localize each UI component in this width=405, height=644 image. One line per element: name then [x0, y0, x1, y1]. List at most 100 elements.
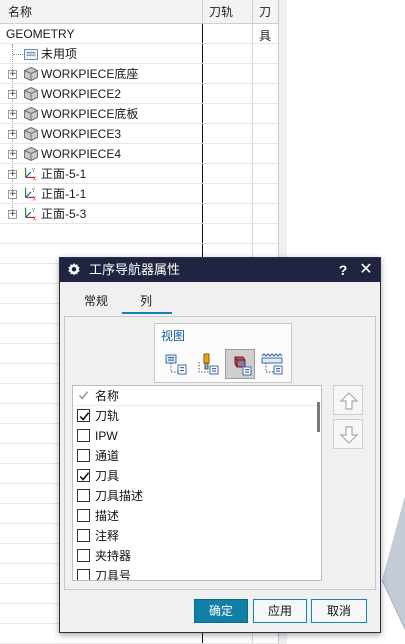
machining-method-view-button[interactable]: [257, 349, 287, 379]
tree-item-label: 未用项: [41, 47, 78, 61]
checkbox-unchecked[interactable]: [77, 529, 90, 542]
tree-row-workpiece[interactable]: + WORKPIECE4: [0, 144, 278, 164]
tab-columns[interactable]: 列: [122, 290, 170, 312]
view-group: 视图: [154, 323, 292, 383]
tree-row-workpiece[interactable]: + WORKPIECE底座: [0, 64, 278, 84]
machine-tool-view-icon: [198, 353, 219, 375]
checkbox-unchecked[interactable]: [77, 509, 90, 522]
column-option-label: 刀具: [95, 469, 120, 483]
workpiece-icon: [24, 146, 38, 162]
active-tab-indicator: [122, 312, 172, 314]
column-option-label: 注释: [95, 529, 120, 543]
expand-plus-icon[interactable]: +: [8, 130, 17, 139]
column-option-label: 刀轨: [95, 409, 120, 423]
tree-row-workpiece[interactable]: + WORKPIECE2: [0, 84, 278, 104]
svg-text:Y: Y: [31, 208, 36, 214]
help-icon[interactable]: ?: [336, 258, 350, 282]
view-group-label: 视图: [161, 329, 186, 343]
tree-row-mcs[interactable]: + Y X 正面-1-1: [0, 184, 278, 204]
column-header-toolpath[interactable]: 刀轨: [202, 0, 252, 24]
folder-icon: [24, 49, 38, 60]
apply-button[interactable]: 应用: [253, 599, 307, 623]
machine-tool-view-button[interactable]: [193, 349, 223, 379]
svg-text:X: X: [33, 177, 37, 181]
geometry-view-button[interactable]: [225, 349, 255, 379]
svg-text:Y: Y: [31, 168, 36, 174]
move-down-button[interactable]: [333, 419, 363, 449]
ok-button[interactable]: 确定: [194, 599, 248, 623]
checkbox-disabled: [77, 389, 90, 402]
column-list[interactable]: 名称 刀轨 IPW 通道 刀具 刀具描述 描述 注释 夹持器 刀具号: [72, 385, 322, 581]
program-order-view-button[interactable]: [161, 349, 191, 379]
dialog-title: 工序导航器属性: [89, 262, 181, 277]
list-scrollbar[interactable]: [317, 402, 320, 432]
svg-text:X: X: [33, 217, 37, 221]
workpiece-icon: [24, 106, 38, 122]
tree-row-workpiece[interactable]: + WORKPIECE3: [0, 124, 278, 144]
checkbox-unchecked[interactable]: [77, 549, 90, 562]
workpiece-icon: [24, 126, 38, 142]
tree-item-label: WORKPIECE底座: [41, 67, 139, 81]
tree-row-mcs[interactable]: + Y X 正面-5-1: [0, 164, 278, 184]
column-option-toolpath[interactable]: 刀轨: [73, 406, 321, 426]
workpiece-icon: [24, 66, 38, 82]
mcs-icon: Y X: [24, 167, 37, 181]
tab-strip: 常规 列: [60, 282, 380, 314]
move-up-button[interactable]: [333, 385, 363, 415]
column-option-label: 刀具号: [95, 569, 132, 581]
column-option-name: 名称: [73, 386, 321, 406]
column-option-holder[interactable]: 夹持器: [73, 546, 321, 566]
expand-plus-icon[interactable]: +: [8, 70, 17, 79]
cancel-button[interactable]: 取消: [311, 599, 367, 623]
navigator-properties-dialog: 工序导航器属性 ? ✕ 常规 列 视图 名称 刀轨 IPW 通道 刀具 刀具描述…: [59, 257, 381, 633]
expand-plus-icon[interactable]: +: [8, 90, 17, 99]
tree-row-mcs[interactable]: + Y X 正面-5-3: [0, 204, 278, 224]
tree-item-label: WORKPIECE2: [41, 87, 122, 101]
tree-row-unused[interactable]: 未用项: [0, 44, 278, 64]
checkbox-checked[interactable]: [77, 409, 90, 422]
column-option-label: 名称: [95, 389, 120, 403]
tree-connector: [13, 54, 23, 55]
tree-row-workpiece[interactable]: + WORKPIECE底板: [0, 104, 278, 124]
column-option-ipw[interactable]: IPW: [73, 426, 321, 446]
column-option-tool-number[interactable]: 刀具号: [73, 566, 321, 581]
empty-row: [0, 224, 278, 244]
checkbox-checked[interactable]: [77, 469, 90, 482]
geometry-view-icon: [234, 356, 252, 376]
expand-plus-icon[interactable]: +: [8, 110, 17, 119]
column-option-description[interactable]: 描述: [73, 506, 321, 526]
column-header-tool[interactable]: 刀具: [252, 0, 278, 43]
arrow-down-icon: [339, 426, 359, 444]
checkbox-unchecked[interactable]: [77, 449, 90, 462]
column-option-label: 描述: [95, 509, 120, 523]
workpiece-icon: [24, 86, 38, 102]
mcs-icon: Y X: [24, 207, 37, 221]
column-option-channel[interactable]: 通道: [73, 446, 321, 466]
column-header-name[interactable]: 名称: [2, 0, 202, 24]
arrow-up-icon: [339, 392, 359, 410]
expand-plus-icon[interactable]: +: [8, 170, 17, 179]
column-option-label: 通道: [95, 449, 120, 463]
svg-text:Y: Y: [31, 188, 36, 194]
expand-plus-icon[interactable]: +: [8, 210, 17, 219]
checkbox-unchecked[interactable]: [77, 569, 90, 580]
expand-plus-icon[interactable]: +: [8, 190, 17, 199]
column-option-notes[interactable]: 注释: [73, 526, 321, 546]
dialog-title-bar[interactable]: 工序导航器属性 ? ✕: [60, 258, 380, 282]
tree-item-label: 正面-1-1: [41, 187, 87, 201]
column-option-label: IPW: [95, 429, 118, 443]
tree-row-root[interactable]: GEOMETRY: [0, 24, 278, 44]
gear-icon: [68, 263, 80, 276]
tree-item-label: 正面-5-3: [41, 207, 87, 221]
tree-item-label: 正面-5-1: [41, 167, 87, 181]
column-option-label: 刀具描述: [95, 489, 144, 503]
navigator-header: 名称 刀轨 刀具: [0, 0, 278, 43]
checkbox-unchecked[interactable]: [77, 429, 90, 442]
checkbox-unchecked[interactable]: [77, 489, 90, 502]
tree-item-label: WORKPIECE底板: [41, 107, 139, 121]
expand-plus-icon[interactable]: +: [8, 150, 17, 159]
tab-general[interactable]: 常规: [78, 290, 114, 312]
column-option-tool-description[interactable]: 刀具描述: [73, 486, 321, 506]
close-icon[interactable]: ✕: [358, 258, 374, 282]
column-option-tool[interactable]: 刀具: [73, 466, 321, 486]
